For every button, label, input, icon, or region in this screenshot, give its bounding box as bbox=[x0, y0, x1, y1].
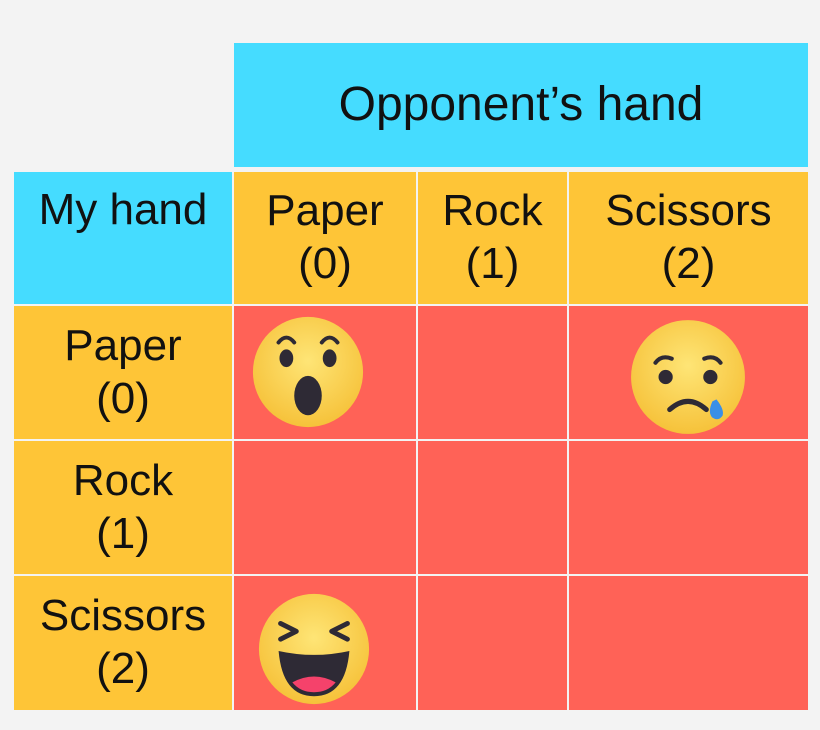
crying-face-icon bbox=[631, 320, 745, 434]
column-header-rock: Rock (1) bbox=[418, 172, 567, 304]
row-header-scissors: Scissors (2) bbox=[14, 576, 232, 710]
cell-rock-scissors bbox=[569, 441, 808, 574]
row-header-paper: Paper (0) bbox=[14, 306, 232, 439]
column-header-scissors: Scissors (2) bbox=[569, 172, 808, 304]
cell-rock-paper bbox=[234, 441, 416, 574]
column-header-paper: Paper (0) bbox=[234, 172, 416, 304]
cell-scissors-rock bbox=[418, 576, 567, 710]
opponent-hand-title: Opponent’s hand bbox=[338, 78, 704, 132]
cell-rock-rock bbox=[418, 441, 567, 574]
cell-scissors-scissors bbox=[569, 576, 808, 710]
cell-paper-rock bbox=[418, 306, 567, 439]
laughing-face-icon bbox=[258, 593, 370, 705]
row-header-rock: Rock (1) bbox=[14, 441, 232, 574]
opponent-hand-header: Opponent’s hand bbox=[234, 43, 808, 167]
my-hand-header: My hand bbox=[14, 172, 232, 304]
surprised-face-icon bbox=[252, 316, 364, 428]
my-hand-label: My hand bbox=[38, 185, 208, 234]
